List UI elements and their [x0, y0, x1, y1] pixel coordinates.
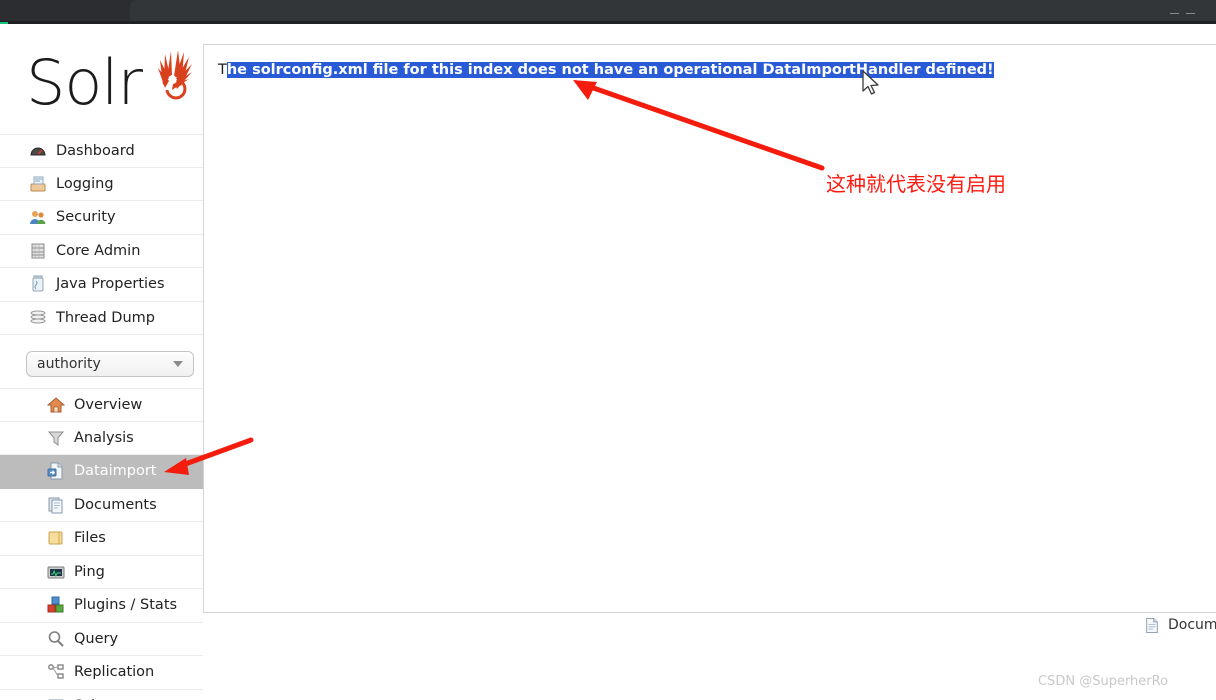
files-folder-icon — [47, 529, 65, 547]
sidebar-item-files[interactable]: Files — [0, 522, 203, 556]
sidebar-item-overview[interactable]: Overview — [0, 388, 203, 422]
csdn-watermark: CSDN @SuperherRo — [1038, 674, 1169, 689]
sidebar-item-security[interactable]: Security — [0, 201, 203, 235]
core-admin-rack-icon — [29, 242, 47, 260]
sidebar-item-dataimport[interactable]: Dataimport — [0, 455, 203, 489]
sidebar-item-core-admin[interactable]: Core Admin — [0, 235, 203, 268]
mouse-pointer-icon — [862, 70, 879, 95]
sidebar-item-thread-dump[interactable]: Thread Dump — [0, 302, 203, 335]
sidebar-item-label: Replication — [74, 664, 155, 680]
core-selector[interactable]: authority — [26, 351, 194, 377]
window-controls[interactable] — [1170, 5, 1210, 15]
sidebar-item-plugins-stats[interactable]: Plugins / Stats — [0, 589, 203, 623]
core-selector-value: authority — [37, 356, 101, 372]
java-properties-jar-icon — [29, 275, 47, 293]
logging-tray-icon — [29, 175, 47, 193]
maximize-icon[interactable] — [1186, 13, 1195, 15]
dataimport-content-panel: The solrconfig.xml file for this index d… — [203, 44, 1216, 613]
sidebar-item-label: Plugins / Stats — [74, 597, 178, 613]
sidebar-item-label: Dashboard — [56, 142, 135, 159]
documentation-link[interactable]: Docume — [1143, 616, 1216, 634]
sidebar: Solr Dashboard Logging Security Core Adm… — [0, 24, 203, 700]
solr-sunburst-icon — [158, 50, 192, 100]
sidebar-item-label: Dataimport — [74, 463, 157, 479]
sidebar-item-label: Analysis — [74, 429, 134, 446]
browser-chrome-bar — [0, 0, 1216, 24]
overview-home-icon — [47, 396, 65, 414]
documents-pages-icon — [47, 496, 65, 514]
sidebar-item-label: Thread Dump — [56, 309, 155, 326]
sidebar-item-label: Query — [74, 630, 119, 647]
sidebar-item-analysis[interactable]: Analysis — [0, 422, 203, 455]
sidebar-item-label: Documents — [74, 496, 157, 513]
plugins-blocks-icon — [47, 596, 65, 614]
sidebar-item-label: Security — [56, 209, 116, 225]
documentation-page-icon — [1143, 616, 1161, 634]
message-unselected-prefix: T — [218, 62, 227, 78]
sidebar-item-logging[interactable]: Logging — [0, 168, 203, 201]
sidebar-item-schema[interactable]: Schema — [0, 690, 203, 700]
solr-logo[interactable]: Solr — [26, 42, 192, 120]
sidebar-item-replication[interactable]: Replication — [0, 656, 203, 690]
sidebar-item-label: Java Properties — [56, 276, 165, 292]
sidebar-item-label: Core Admin — [56, 242, 141, 259]
app-root: Solr Dashboard Logging Security Core Adm… — [0, 0, 1216, 700]
sidebar-item-label: Logging — [56, 175, 114, 192]
sidebar-item-ping[interactable]: Ping — [0, 556, 203, 589]
ping-monitor-icon — [47, 563, 65, 581]
documentation-link-label: Docume — [1168, 617, 1216, 633]
minimize-icon[interactable] — [1170, 13, 1179, 15]
security-users-icon — [29, 208, 47, 226]
global-nav: Dashboard Logging Security Core Admin Ja… — [0, 134, 203, 335]
sidebar-item-query[interactable]: Query — [0, 623, 203, 656]
chevron-down-icon[interactable] — [173, 361, 183, 367]
sidebar-item-label: Ping — [74, 563, 105, 580]
solr-logo-text: Solr — [26, 46, 143, 119]
core-nav: Overview Analysis Dataimport Documents F… — [0, 388, 203, 700]
core-selector-wrap: authority — [0, 335, 203, 377]
browser-tab-strip[interactable] — [130, 0, 1216, 21]
thread-dump-stack-icon — [29, 309, 47, 327]
annotation-note-text: 这种就代表没有启用 — [826, 172, 1006, 196]
analysis-funnel-icon — [47, 429, 65, 447]
sidebar-item-label: Overview — [74, 396, 143, 413]
sidebar-item-label: Files — [74, 530, 106, 546]
query-magnifier-icon — [47, 630, 65, 648]
replication-nodes-icon — [47, 663, 65, 681]
sidebar-item-documents[interactable]: Documents — [0, 489, 203, 522]
sidebar-item-dashboard[interactable]: Dashboard — [0, 134, 203, 168]
dashboard-gauge-icon — [29, 142, 47, 160]
sidebar-item-java-properties[interactable]: Java Properties — [0, 268, 203, 302]
dataimport-page-icon — [47, 462, 65, 480]
